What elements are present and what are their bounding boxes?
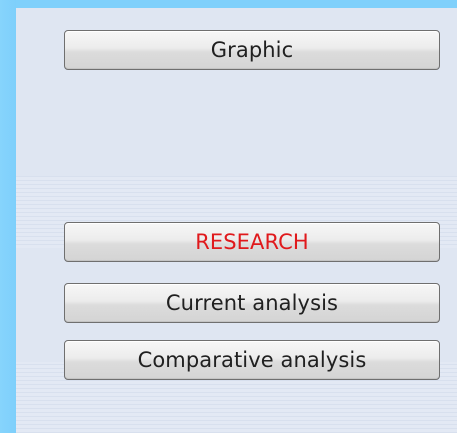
left-background-band (0, 0, 16, 433)
top-background-band (0, 0, 457, 8)
comparative-analysis-button[interactable]: Comparative analysis (64, 340, 440, 380)
research-button[interactable]: RESEARCH (64, 222, 440, 262)
comparative-analysis-button-label: Comparative analysis (137, 347, 367, 372)
graphic-button-label: Graphic (210, 37, 294, 62)
current-analysis-button-label: Current analysis (165, 290, 339, 315)
current-analysis-button[interactable]: Current analysis (64, 283, 440, 323)
research-button-label: RESEARCH (195, 229, 309, 254)
graphic-button[interactable]: Graphic (64, 30, 440, 70)
menu-panel: Graphic RESEARCH Current analysis Compar… (16, 8, 457, 433)
